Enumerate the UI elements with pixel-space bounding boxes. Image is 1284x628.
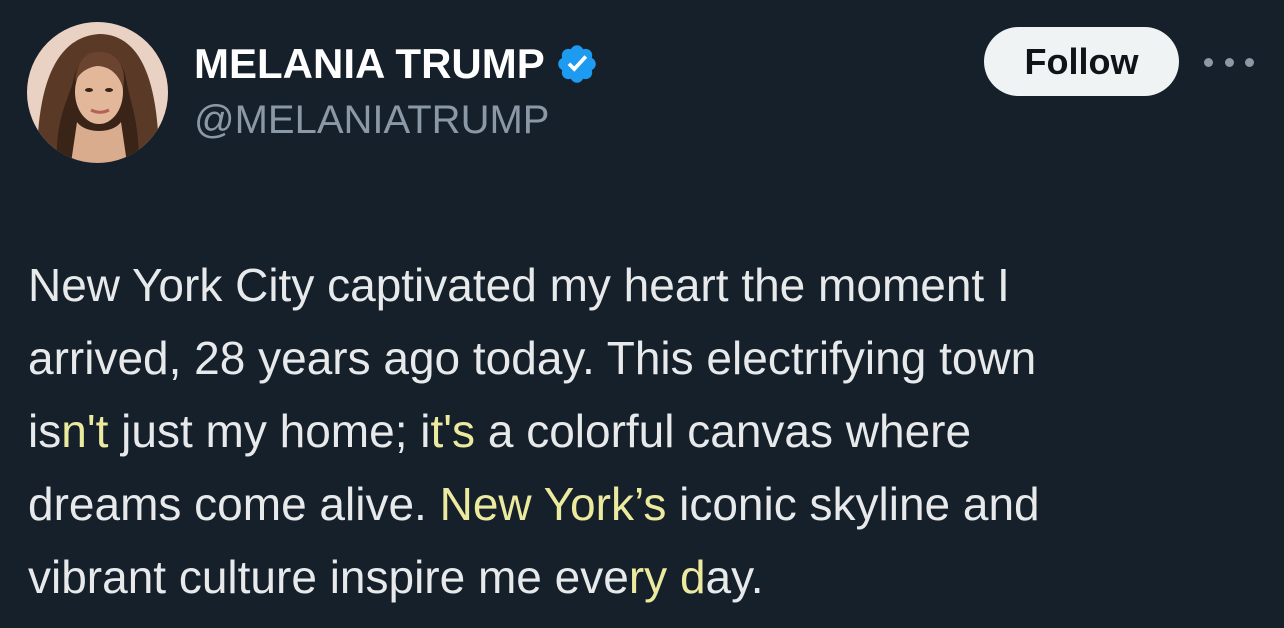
tweet-text-segment: arrived, 28 years ago today. This electr… xyxy=(28,332,1037,384)
tweet-text-highlight: New York’s xyxy=(439,478,667,530)
author-avatar[interactable] xyxy=(27,22,168,163)
more-dot xyxy=(1204,57,1213,67)
tweet-line: New York City captivated my heart the mo… xyxy=(28,249,1258,322)
author-name-row: MELANIA TRUMP xyxy=(194,38,599,90)
avatar-portrait xyxy=(27,22,168,163)
tweet-text-segment: is xyxy=(28,405,62,457)
tweet-text-segment: ay. xyxy=(705,551,764,603)
tweet-text-segment: New York City captivated my heart the mo… xyxy=(28,259,1010,311)
tweet-text-segment: vibrant culture inspire me eve xyxy=(28,551,629,603)
more-options-icon[interactable] xyxy=(1204,48,1254,76)
tweet-text-segment: iconic skyline and xyxy=(666,478,1040,530)
tweet-text-highlight: ry d xyxy=(628,551,706,603)
tweet-text: New York City captivated my heart the mo… xyxy=(28,249,1258,614)
tweet-text-highlight: n't xyxy=(61,405,109,457)
follow-button[interactable]: Follow xyxy=(984,27,1179,96)
author-handle[interactable]: @MELANIATRUMP xyxy=(194,98,549,143)
tweet-line: dreams come alive. New York’s iconic sky… xyxy=(28,468,1258,541)
tweet-line: vibrant culture inspire me every day. xyxy=(28,541,1258,614)
tweet-text-highlight: t's xyxy=(430,405,476,457)
verified-badge-icon[interactable] xyxy=(555,42,599,86)
tweet-line: isn't just my home; it's a colorful canv… xyxy=(28,395,1258,468)
tweet-text-segment: a colorful canvas where xyxy=(475,405,972,457)
more-dot xyxy=(1224,57,1234,67)
more-dot xyxy=(1245,57,1254,67)
tweet-line: arrived, 28 years ago today. This electr… xyxy=(28,322,1258,395)
tweet-text-segment: just my home; i xyxy=(108,405,431,457)
tweet-text-segment: dreams come alive. xyxy=(28,478,440,530)
author-display-name[interactable]: MELANIA TRUMP xyxy=(194,40,545,88)
